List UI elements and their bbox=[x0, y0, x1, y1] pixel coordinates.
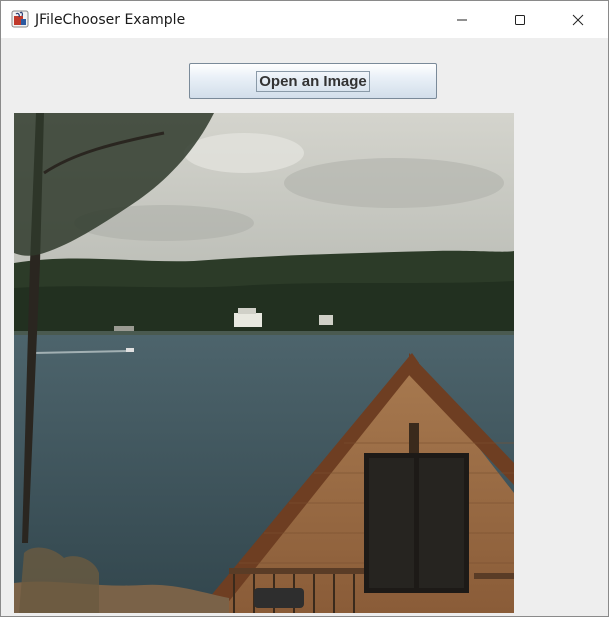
java-icon bbox=[11, 10, 29, 28]
minimize-button[interactable] bbox=[439, 1, 485, 38]
close-button[interactable] bbox=[555, 1, 601, 38]
title-bar[interactable]: JFileChooser Example bbox=[1, 1, 608, 38]
image-preview bbox=[14, 113, 514, 613]
content-pane: Open an Image bbox=[1, 38, 608, 616]
open-image-button[interactable]: Open an Image bbox=[189, 63, 437, 99]
lakeside-cabin-photo bbox=[14, 113, 514, 613]
close-icon bbox=[572, 14, 584, 26]
maximize-button[interactable] bbox=[497, 1, 543, 38]
app-window: JFileChooser Example Open an Image bbox=[0, 0, 609, 617]
minimize-icon bbox=[456, 14, 468, 26]
open-image-button-label: Open an Image bbox=[256, 70, 370, 92]
window-title: JFileChooser Example bbox=[35, 12, 186, 28]
maximize-icon bbox=[514, 14, 526, 26]
